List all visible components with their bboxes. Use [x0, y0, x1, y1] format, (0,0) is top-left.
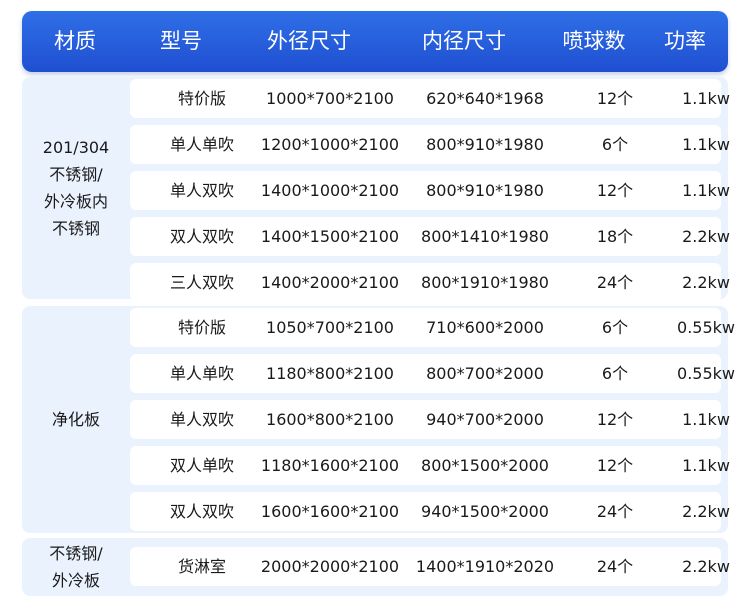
header-outer-size: 外径尺寸 [267, 29, 351, 53]
material-group: 不锈钢/ 外冷板 货淋室 2000*2000*2100 1400*1910*20… [22, 538, 730, 596]
power-cell: 1.1kw [682, 135, 730, 154]
power-cell: 2.2kw [682, 273, 730, 292]
model-cell: 双人双吹 [169, 502, 235, 521]
model-cell: 单人单吹 [169, 135, 235, 154]
nozzle-count-cell: 6个 [601, 135, 629, 154]
model-cell: 单人双吹 [169, 181, 235, 200]
power-cell: 1.1kw [682, 456, 730, 475]
outer-size-cell: 1180*800*2100 [266, 364, 394, 383]
power-cell: 2.2kw [682, 227, 730, 246]
model-cell: 单人单吹 [169, 364, 235, 383]
model-cell: 货淋室 [177, 557, 227, 576]
power-cell: 2.2kw [682, 557, 730, 576]
outer-size-cell: 1050*700*2100 [266, 318, 394, 337]
outer-size-cell: 1600*1600*2100 [260, 502, 400, 521]
table-row: 双人双吹 1600*1600*2100 940*1500*2000 24个 2.… [130, 492, 730, 531]
outer-size-cell: 2000*2000*2100 [260, 557, 400, 576]
inner-size-cell: 620*640*1968 [426, 89, 544, 108]
inner-size-cell: 940*1500*2000 [421, 502, 549, 521]
model-cell: 特价版 [177, 318, 227, 337]
table-row: 特价版 1000*700*2100 620*640*1968 12个 1.1kw [130, 79, 730, 118]
power-cell: 1.1kw [682, 89, 730, 108]
header-power: 功率 [664, 29, 706, 53]
table-row: 单人单吹 1180*800*2100 800*700*2000 6个 0.55k… [130, 354, 735, 393]
table-row: 特价版 1050*700*2100 710*600*2000 6个 0.55kw [130, 308, 735, 347]
power-cell: 0.55kw [677, 318, 735, 337]
nozzle-count-cell: 24个 [596, 502, 634, 521]
table-row: 三人双吹 1400*2000*2100 800*1910*1980 24个 2.… [130, 263, 730, 302]
model-cell: 单人双吹 [169, 410, 235, 429]
material-cell: 201/304 不锈钢/ 外冷板内 不锈钢 [22, 77, 130, 299]
outer-size-cell: 1200*1000*2100 [260, 135, 400, 154]
table-row: 双人双吹 1400*1500*2100 800*1410*1980 18个 2.… [130, 217, 730, 256]
inner-size-cell: 800*1500*2000 [421, 456, 549, 475]
header-material: 材质 [54, 29, 96, 53]
outer-size-cell: 1180*1600*2100 [260, 456, 400, 475]
nozzle-count-cell: 12个 [596, 89, 634, 108]
table-header: 材质 型号 外径尺寸 内径尺寸 喷球数 功率 [22, 11, 728, 72]
model-cell: 特价版 [177, 89, 227, 108]
table-row: 货淋室 2000*2000*2100 1400*1910*2020 24个 2.… [130, 547, 730, 586]
nozzle-count-cell: 24个 [596, 557, 634, 576]
material-group: 201/304 不锈钢/ 外冷板内 不锈钢 特价版 1000*700*2100 … [22, 77, 730, 302]
nozzle-count-cell: 12个 [596, 456, 634, 475]
material-label: 不锈钢/ 外冷板 [49, 544, 103, 590]
material-label: 201/304 不锈钢/ 外冷板内 不锈钢 [42, 138, 110, 238]
model-cell: 双人单吹 [169, 456, 235, 475]
inner-size-cell: 800*700*2000 [426, 364, 544, 383]
material-cell: 净化板 [22, 306, 130, 533]
nozzle-count-cell: 6个 [601, 364, 629, 383]
inner-size-cell: 800*1410*1980 [421, 227, 549, 246]
header-model: 型号 [160, 29, 202, 53]
table-row: 单人单吹 1200*1000*2100 800*910*1980 6个 1.1k… [130, 125, 730, 164]
outer-size-cell: 1400*1000*2100 [260, 181, 400, 200]
power-cell: 0.55kw [677, 364, 735, 383]
header-nozzle-count: 喷球数 [562, 29, 626, 53]
outer-size-cell: 1000*700*2100 [266, 89, 394, 108]
header-inner-size: 内径尺寸 [422, 29, 506, 53]
power-cell: 1.1kw [682, 410, 730, 429]
nozzle-count-cell: 18个 [596, 227, 634, 246]
nozzle-count-cell: 12个 [596, 410, 634, 429]
inner-size-cell: 800*910*1980 [426, 135, 544, 154]
model-cell: 双人双吹 [169, 227, 235, 246]
inner-size-cell: 1400*1910*2020 [415, 557, 555, 576]
inner-size-cell: 710*600*2000 [426, 318, 544, 337]
outer-size-cell: 1400*2000*2100 [260, 273, 400, 292]
nozzle-count-cell: 24个 [596, 273, 634, 292]
inner-size-cell: 800*910*1980 [426, 181, 544, 200]
model-cell: 三人双吹 [169, 273, 235, 292]
table-row: 双人单吹 1180*1600*2100 800*1500*2000 12个 1.… [130, 446, 730, 485]
power-cell: 1.1kw [682, 181, 730, 200]
nozzle-count-cell: 12个 [596, 181, 634, 200]
table-row: 单人双吹 1600*800*2100 940*700*2000 12个 1.1k… [130, 400, 730, 439]
material-group: 净化板 特价版 1050*700*2100 710*600*2000 6个 0.… [22, 306, 735, 533]
material-cell: 不锈钢/ 外冷板 [22, 538, 130, 596]
table-row: 单人双吹 1400*1000*2100 800*910*1980 12个 1.1… [130, 171, 730, 210]
inner-size-cell: 800*1910*1980 [421, 273, 549, 292]
power-cell: 2.2kw [682, 502, 730, 521]
material-label: 净化板 [51, 410, 100, 429]
outer-size-cell: 1600*800*2100 [266, 410, 394, 429]
outer-size-cell: 1400*1500*2100 [260, 227, 400, 246]
nozzle-count-cell: 6个 [601, 318, 629, 337]
inner-size-cell: 940*700*2000 [426, 410, 544, 429]
